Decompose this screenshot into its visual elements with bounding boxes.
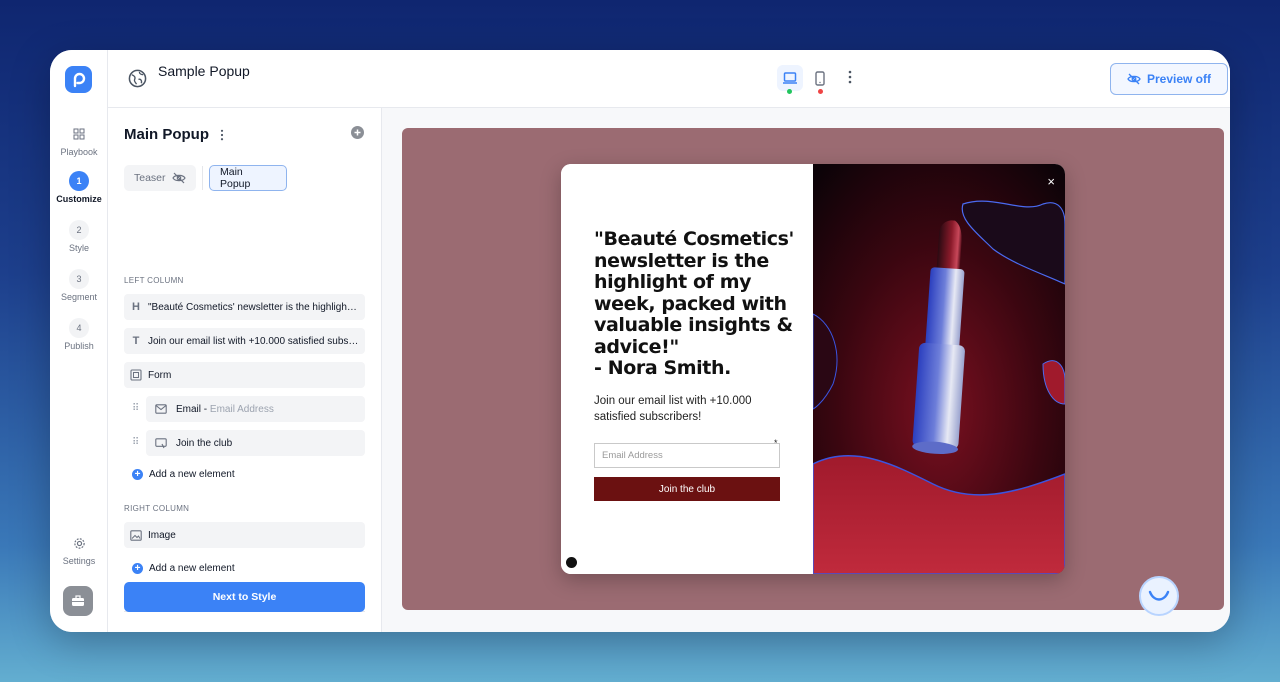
popup-subtext[interactable]: Join our email list with +10.000 satisfi… bbox=[594, 393, 784, 425]
preview-toggle-button[interactable]: Preview off bbox=[1110, 63, 1228, 95]
add-element-label: Add a new element bbox=[149, 469, 235, 480]
element-text: Join our email list with +10.000 satisfi… bbox=[148, 335, 365, 347]
popup-headline[interactable]: "Beauté Cosmetics' newsletter is the hig… bbox=[594, 228, 794, 380]
globe-icon bbox=[128, 69, 147, 93]
field-label: Email - bbox=[176, 403, 210, 415]
desktop-status-dot bbox=[787, 89, 792, 94]
phone-icon bbox=[815, 70, 825, 86]
laptop-icon bbox=[783, 72, 797, 84]
desktop-view-button[interactable] bbox=[777, 65, 803, 91]
mobile-view-button[interactable] bbox=[807, 65, 833, 91]
preview-label: Preview off bbox=[1146, 72, 1212, 86]
panel-title: Main Popup bbox=[124, 126, 209, 143]
nav-item-publish[interactable]: 4 Publish bbox=[50, 318, 108, 351]
nav-item-label: Playbook bbox=[60, 147, 98, 157]
plus-icon: + bbox=[132, 469, 143, 480]
tab-label: Main Popup bbox=[220, 166, 251, 190]
add-element-label: Add a new element bbox=[149, 563, 235, 574]
step-badge: 3 bbox=[69, 269, 89, 289]
nav-item-settings[interactable]: Settings bbox=[50, 533, 108, 566]
nav-item-label: Style bbox=[68, 243, 89, 253]
drag-handle-icon[interactable]: ⠿ bbox=[132, 403, 139, 414]
plus-icon: + bbox=[132, 563, 143, 574]
lipstick-image bbox=[812, 164, 1065, 574]
step-badge: 2 bbox=[69, 220, 89, 240]
mobile-status-dot bbox=[818, 89, 823, 94]
element-row-headline[interactable]: H "Beauté Cosmetics' newsletter is the h… bbox=[124, 294, 365, 320]
brand-badge-icon bbox=[566, 557, 577, 568]
briefcase-icon[interactable] bbox=[63, 586, 93, 616]
nav-item-label: Publish bbox=[64, 341, 94, 351]
nav-item-customize[interactable]: 1 Customize bbox=[50, 171, 108, 204]
field-label: Join the club bbox=[176, 437, 233, 449]
step-badge: 4 bbox=[69, 318, 89, 338]
eye-off-icon bbox=[1127, 73, 1141, 85]
form-icon bbox=[124, 369, 148, 381]
field-text: Email - Email Address bbox=[176, 404, 280, 415]
eye-off-icon bbox=[171, 172, 186, 184]
add-element-right[interactable]: + Add a new element bbox=[132, 563, 235, 574]
editor-panel: Main Popup Teaser Main Popup LEFT COLUMN… bbox=[108, 108, 382, 632]
left-column-label: LEFT COLUMN bbox=[124, 276, 184, 285]
nav-item-playbook[interactable]: Playbook bbox=[50, 124, 108, 157]
form-field-email[interactable]: Email - Email Address bbox=[146, 396, 365, 422]
close-icon[interactable]: × bbox=[1047, 174, 1055, 189]
popup-left-column: "Beauté Cosmetics' newsletter is the hig… bbox=[561, 164, 813, 574]
gear-icon bbox=[69, 533, 89, 553]
tab-label: Teaser bbox=[134, 172, 166, 184]
element-text: "Beauté Cosmetics' newsletter is the hig… bbox=[148, 301, 365, 313]
tab-teaser[interactable]: Teaser bbox=[124, 165, 196, 191]
popup-image[interactable]: × bbox=[812, 164, 1065, 574]
drag-handle-icon[interactable]: ⠿ bbox=[132, 437, 139, 448]
mail-icon bbox=[146, 404, 176, 414]
add-element-left[interactable]: + Add a new element bbox=[132, 469, 235, 480]
heading-icon: H bbox=[132, 301, 140, 313]
preview-canvas: "Beauté Cosmetics' newsletter is the hig… bbox=[382, 108, 1230, 632]
panel-options-icon[interactable] bbox=[220, 128, 224, 146]
page-title[interactable]: Sample Popup bbox=[158, 63, 250, 79]
app-window: Playbook 1 Customize 2 Style 3 Segment 4… bbox=[50, 50, 1230, 632]
popup-join-button[interactable]: Join the club bbox=[594, 477, 780, 501]
popup-preview: "Beauté Cosmetics' newsletter is the hig… bbox=[561, 164, 1065, 574]
text-icon: T bbox=[132, 335, 140, 347]
field-hint: Email Address bbox=[209, 403, 274, 415]
popup-email-input[interactable]: Email Address bbox=[594, 443, 780, 468]
more-options-icon[interactable] bbox=[848, 70, 852, 89]
tab-divider bbox=[202, 166, 203, 190]
element-row-form[interactable]: Form bbox=[124, 362, 365, 388]
next-to-style-button[interactable]: Next to Style bbox=[124, 582, 365, 612]
preview-stage: "Beauté Cosmetics' newsletter is the hig… bbox=[402, 128, 1224, 610]
element-row-text[interactable]: T Join our email list with +10.000 satis… bbox=[124, 328, 365, 354]
right-column-label: RIGHT COLUMN bbox=[124, 504, 190, 513]
element-row-image[interactable]: Image bbox=[124, 522, 365, 548]
image-icon bbox=[124, 529, 148, 541]
top-bar: Sample Popup Preview off bbox=[108, 50, 1230, 108]
nav-rail: Playbook 1 Customize 2 Style 3 Segment 4… bbox=[50, 50, 108, 632]
add-step-icon[interactable] bbox=[351, 126, 364, 144]
smile-icon bbox=[1148, 590, 1170, 601]
nav-item-style[interactable]: 2 Style bbox=[50, 220, 108, 253]
element-text: Form bbox=[148, 369, 172, 381]
nav-item-label: Segment bbox=[60, 292, 98, 302]
nav-item-label: Settings bbox=[62, 556, 96, 566]
form-field-button[interactable]: Join the club bbox=[146, 430, 365, 456]
tab-main-popup[interactable]: Main Popup bbox=[209, 165, 287, 191]
app-logo-icon[interactable] bbox=[65, 66, 92, 93]
step-badge: 1 bbox=[69, 171, 89, 191]
grid-icon bbox=[69, 124, 89, 144]
support-chat-button[interactable] bbox=[1139, 576, 1179, 616]
required-mark: * bbox=[774, 438, 778, 448]
element-text: Image bbox=[148, 529, 176, 541]
nav-item-segment[interactable]: 3 Segment bbox=[50, 269, 108, 302]
button-icon bbox=[146, 437, 176, 449]
nav-item-label: Customize bbox=[56, 194, 102, 204]
